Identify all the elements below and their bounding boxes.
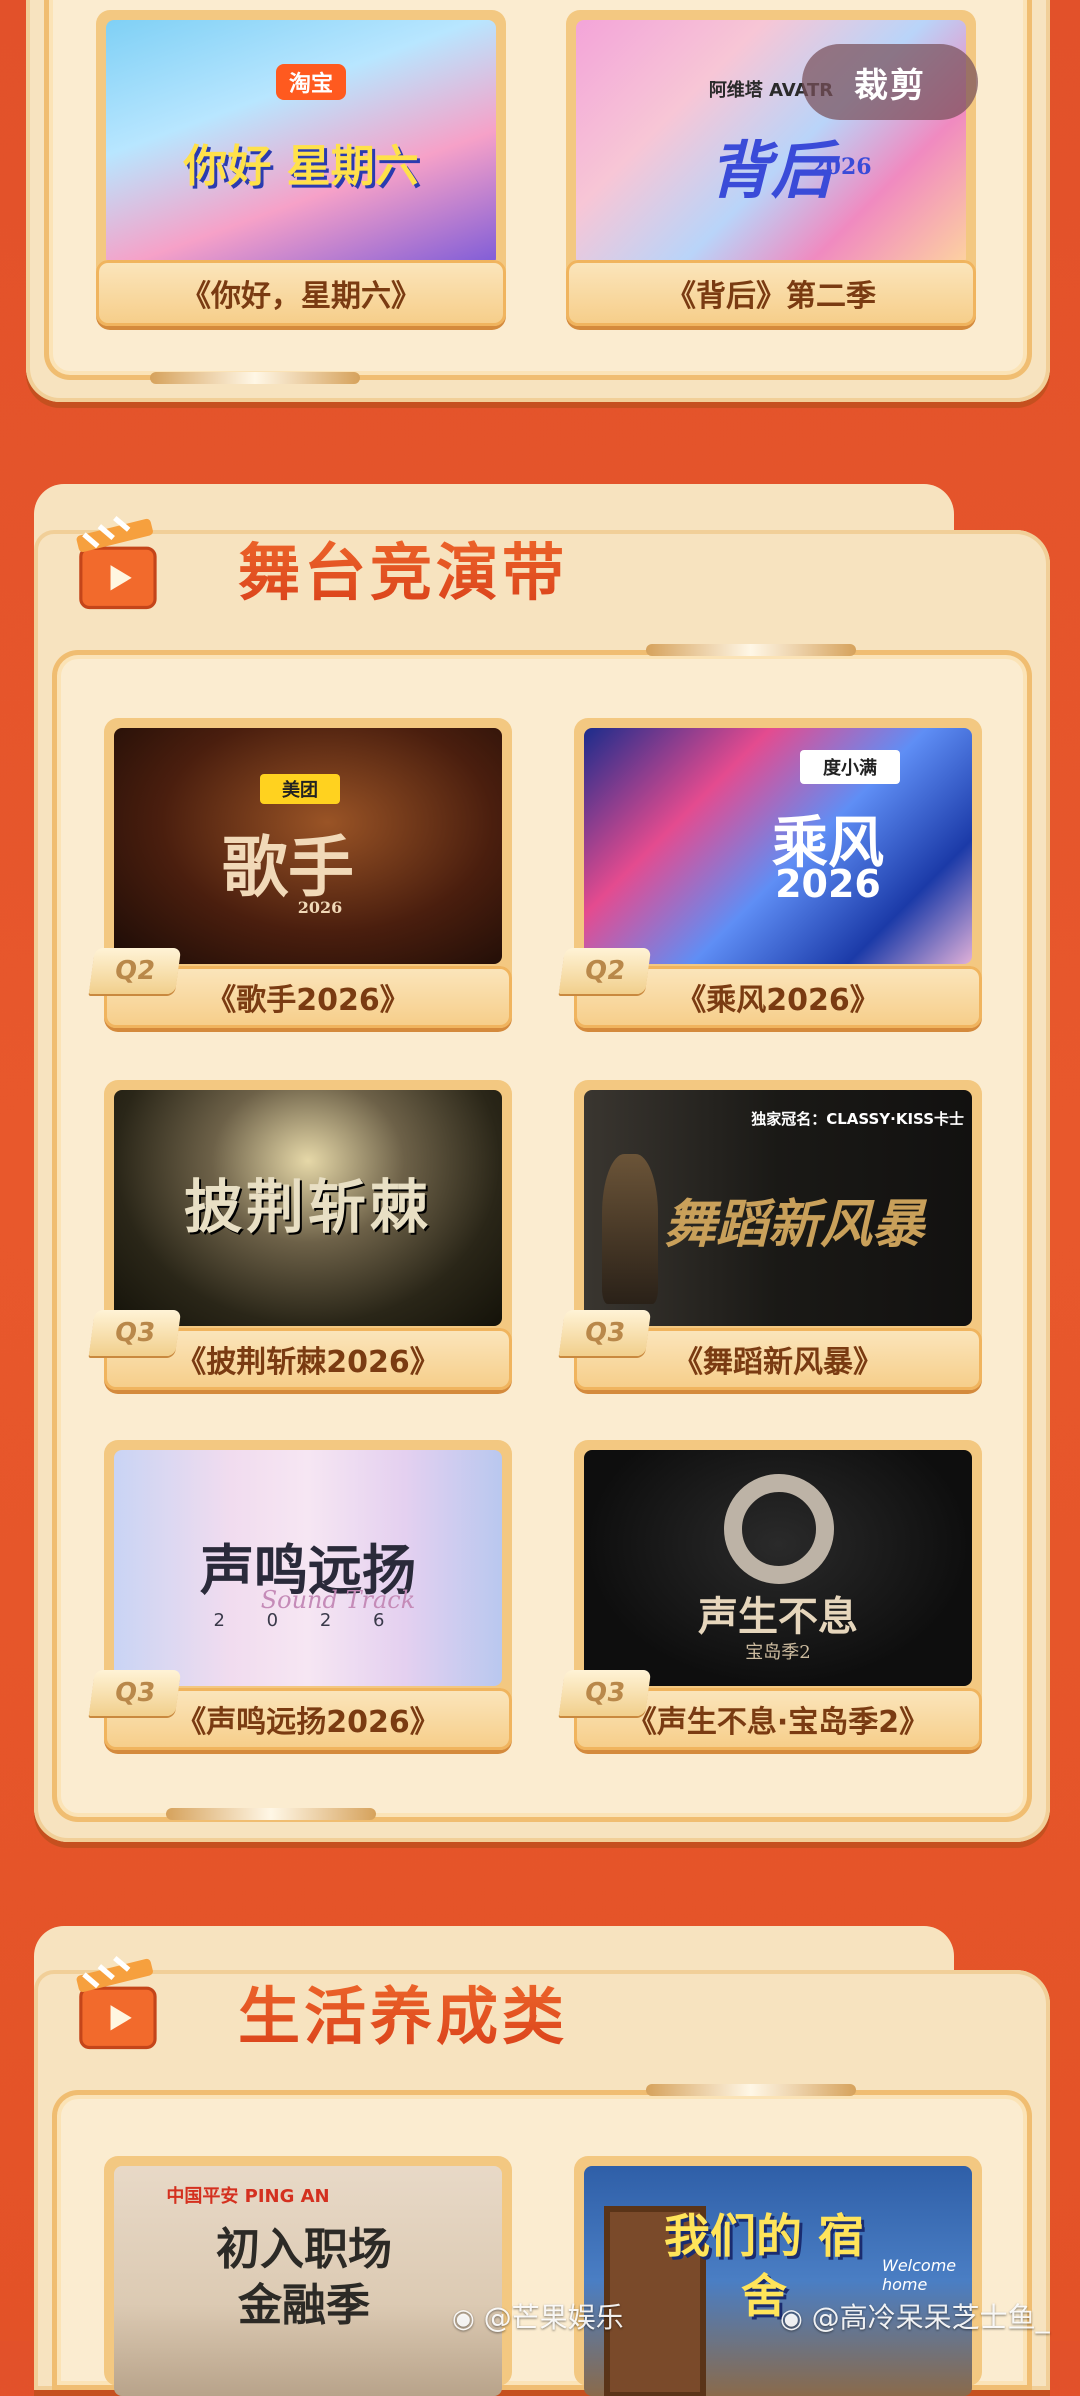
show-card[interactable]: 度小满 乘风 2026 《乘风2026》 Q2 [558, 718, 982, 1028]
crop-button[interactable]: 裁剪 [802, 44, 978, 120]
show-poster: 中国平安 PING AN 初入职场 金融季 [114, 2166, 502, 2396]
poster-season: 宝岛季2 [745, 1642, 811, 1663]
poster-brand: 中国平安 PING AN [166, 2186, 330, 2207]
watermark-right-text: @高冷呆呆芝士鱼_ [811, 2301, 1050, 2334]
poster-title: 初入职场 金融季 [216, 2224, 392, 2331]
quarter-badge: Q2 [88, 948, 182, 994]
life-deco-strip-top [646, 2084, 856, 2096]
top-deco-strip [150, 372, 360, 384]
poster-title: 你好 星期六 [183, 141, 419, 192]
quarter-badge: Q2 [558, 948, 652, 994]
show-card[interactable]: 美团 歌手 2026 《歌手2026》 Q2 [88, 718, 512, 1028]
poster-title: 歌手 [222, 828, 354, 906]
section-title: 生活养成类 [238, 1966, 568, 2056]
show-title: 《背后》第二季 [566, 260, 976, 326]
poster-brand: 独家冠名：CLASSY·KISS卡士 [751, 1110, 964, 1128]
section-title: 舞台竞演带 [238, 522, 568, 612]
show-card[interactable]: 声鸣远扬 Sound Track 2 0 2 6 《声鸣远扬2026》 Q3 [88, 1440, 512, 1750]
poster-title: 声生不息 [698, 1593, 858, 1640]
show-poster: 声生不息 宝岛季2 [584, 1450, 972, 1686]
show-poster: 披荆斩棘 [114, 1090, 502, 1326]
poster-year: 2026 [775, 862, 881, 906]
clapperboard-icon [76, 1955, 157, 2050]
quarter-badge: Q3 [558, 1670, 652, 1716]
stage-deco-strip-top [646, 644, 856, 656]
watermark-left: ◉ @芒果娱乐 [452, 2296, 624, 2336]
show-poster: 美团 歌手 2026 [114, 728, 502, 964]
poster-year: 2 0 2 6 [213, 1610, 403, 1631]
show-poster: 独家冠名：CLASSY·KISS卡士 舞蹈新风暴 [584, 1090, 972, 1326]
poster-brand-badge: 淘宝 [276, 64, 346, 100]
show-poster: 声鸣远扬 Sound Track 2 0 2 6 [114, 1450, 502, 1686]
poster-year: 2026 [810, 154, 872, 180]
clapperboard-icon [76, 515, 157, 610]
poster-year: 2026 [297, 898, 343, 917]
show-poster: 我们的 宿舍 Welcome home [584, 2166, 972, 2396]
weibo-icon: ◉ [780, 2304, 803, 2334]
poster-title: 舞蹈新风暴 [663, 1194, 924, 1255]
quarter-badge: Q3 [558, 1310, 652, 1356]
weibo-icon: ◉ [452, 2304, 475, 2334]
show-poster: 度小满 乘风 2026 [584, 728, 972, 964]
show-card[interactable]: 声生不息 宝岛季2 《声生不息·宝岛季2》 Q3 [558, 1440, 982, 1750]
show-card[interactable]: 独家冠名：CLASSY·KISS卡士 舞蹈新风暴 《舞蹈新风暴》 Q3 [558, 1080, 982, 1390]
poster-script: Welcome home [882, 2256, 957, 2294]
quarter-badge: Q3 [88, 1670, 182, 1716]
show-card[interactable]: 中国平安 PING AN 初入职场 金融季 [104, 2156, 512, 2396]
poster-ring-graphic [724, 1474, 834, 1584]
show-card[interactable]: 我们的 宿舍 Welcome home [574, 2156, 982, 2396]
watermark-right: ◉ @高冷呆呆芝士鱼_ [780, 2296, 1050, 2336]
poster-brand-badge: 度小满 [800, 750, 900, 784]
show-title: 《你好，星期六》 [96, 260, 506, 326]
show-card[interactable]: 披荆斩棘 《披荆斩棘2026》 Q3 [88, 1080, 512, 1390]
poster-title: 披荆斩棘 [183, 1173, 432, 1241]
show-poster: 淘宝 你好 星期六 [106, 20, 496, 266]
poster-brand-badge: 美团 [260, 774, 340, 804]
watermark-left-text: @芒果娱乐 [483, 2301, 624, 2334]
quarter-badge: Q3 [88, 1310, 182, 1356]
show-card[interactable]: 淘宝 你好 星期六 《你好，星期六》 [96, 10, 506, 326]
stage-deco-strip-bottom [166, 1808, 376, 1820]
